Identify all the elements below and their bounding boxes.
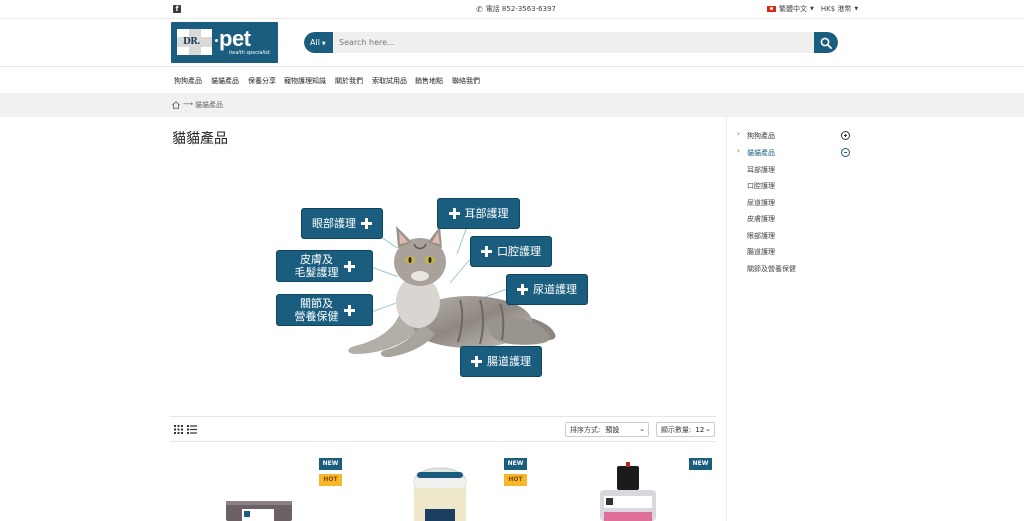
sidebar-item-cat-products[interactable]: 貓貓產品 (747, 148, 775, 158)
language-select[interactable]: 繁體中文 (779, 4, 807, 14)
plus-icon (481, 246, 492, 257)
sidebar-subitem-eye-care[interactable]: 眼部護理 (747, 231, 775, 241)
chevron-down-icon: ▼ (854, 6, 859, 12)
mouth-care-label[interactable]: 口腔護理 (470, 236, 552, 267)
plus-icon (361, 218, 372, 229)
expand-icon[interactable] (841, 131, 850, 140)
nav-item-about-us[interactable]: 關於我們 (335, 76, 363, 86)
nav-item-request-samples[interactable]: 索取試用品 (372, 76, 407, 86)
chevron-down-icon: ⌄ (705, 425, 711, 433)
sort-value: 預設 (605, 425, 620, 434)
joint-nutrition-label[interactable]: 關節及 營養保健 (276, 294, 373, 326)
site-header: DR. pet health specialist All ▼ (0, 19, 1024, 67)
phone-icon: ✆ (476, 4, 483, 14)
top-bar: f ✆ 電話 852-3563-6397 繁體中文 ▼ HK$ 港幣 ▼ (0, 0, 1024, 19)
nav-item-dog-products[interactable]: 狗狗產品 (174, 76, 202, 86)
sort-label: 排序方式: (570, 425, 601, 434)
chevron-down-icon: ▼ (321, 41, 326, 47)
product-image (600, 462, 656, 521)
currency-select[interactable]: HK$ 港幣 (821, 4, 852, 14)
nav-item-care-sharing[interactable]: 保養分享 (248, 76, 276, 86)
breadcrumb: ⟶ 貓貓產品 (0, 93, 1024, 117)
skin-coat-care-label[interactable]: 皮膚及 毛髮護理 (276, 250, 373, 282)
plus-icon (448, 208, 460, 219)
grid-view-icon[interactable] (174, 425, 183, 434)
ear-care-label[interactable]: 耳部護理 (437, 198, 520, 229)
logo-cross-emblem: DR. (176, 28, 213, 56)
eye-care-label[interactable]: 眼部護理 (301, 208, 383, 239)
sidebar-item-dog-products[interactable]: 狗狗產品 (747, 131, 775, 141)
sort-select[interactable]: 排序方式: 預設 ⌄ (565, 422, 649, 437)
nav-item-pet-care-knowledge[interactable]: 寵物護理知識 (284, 76, 326, 86)
urinary-care-label[interactable]: 尿道護理 (506, 274, 588, 305)
plus-icon (343, 304, 355, 316)
search-icon (820, 37, 832, 49)
phone-label: 電話 852-3563-6397 (485, 5, 556, 13)
collapse-icon[interactable] (841, 148, 850, 157)
sidebar-divider (726, 117, 727, 521)
search-category-select[interactable]: All ▼ (304, 32, 333, 53)
sidebar-subitem-skin-care[interactable]: 皮膚護理 (747, 214, 775, 224)
chevron-down-icon: ⌄ (639, 425, 645, 433)
hk-flag-icon (767, 6, 776, 12)
product-card[interactable]: NEW HOT (170, 454, 342, 521)
phone-contact[interactable]: ✆ 電話 852-3563-6397 (476, 4, 556, 14)
main-nav: 狗狗產品 貓貓產品 保養分享 寵物護理知識 關於我們 索取試用品 銷售地點 聯絡… (0, 67, 1024, 93)
page-title: 貓貓產品 (172, 131, 228, 147)
search-category-label: All (310, 38, 320, 47)
plus-icon (471, 356, 482, 367)
chevron-right-icon: › (737, 130, 740, 138)
nav-item-contact-us[interactable]: 聯絡我們 (452, 76, 480, 86)
product-card[interactable]: NEW (540, 454, 712, 521)
plus-icon (343, 260, 355, 272)
breadcrumb-separator: ⟶ (183, 100, 194, 108)
product-image (226, 501, 292, 521)
product-card[interactable]: NEW HOT (355, 454, 527, 521)
cat-care-banner: 眼部護理 耳部護理 皮膚及 毛髮護理 口腔護理 尿道護理 關節及 營養保健 腸道護理 (170, 162, 716, 412)
chevron-right-icon: › (737, 147, 740, 155)
sidebar-subitem-ear-care[interactable]: 耳部護理 (747, 165, 775, 175)
sidebar-subitem-urinary-care[interactable]: 尿道護理 (747, 198, 775, 208)
nav-item-sales-locations[interactable]: 銷售地點 (415, 76, 443, 86)
logo-dr-text: DR. (183, 37, 200, 47)
show-value: 12 (695, 425, 705, 434)
search-bar: All ▼ (304, 32, 838, 53)
chevron-down-icon: ▼ (810, 6, 814, 12)
logo-tagline: health specialist (229, 50, 270, 56)
search-button[interactable] (814, 32, 838, 53)
sidebar-subitem-intestine-care[interactable]: 腸道護理 (747, 247, 775, 257)
home-icon[interactable] (172, 101, 180, 109)
show-label: 顯示數量: (661, 425, 692, 434)
sidebar-subitem-joint-nutrition[interactable]: 關節及營養保健 (747, 264, 796, 274)
breadcrumb-current: 貓貓產品 (195, 101, 223, 109)
search-input[interactable] (334, 32, 814, 53)
list-view-icon[interactable] (187, 425, 197, 434)
dr-pet-logo[interactable]: DR. pet health specialist (171, 22, 278, 63)
sidebar-subitem-mouth-care[interactable]: 口腔護理 (747, 181, 775, 191)
show-count-select[interactable]: 顯示數量: 12 ⌄ (656, 422, 715, 437)
product-toolbar: 排序方式: 預設 ⌄ 顯示數量: 12 ⌄ (170, 416, 716, 442)
facebook-icon[interactable]: f (173, 5, 181, 13)
language-currency-switcher: 繁體中文 ▼ HK$ 港幣 ▼ (767, 4, 858, 14)
logo-pet-text: pet (219, 26, 251, 51)
product-image (413, 467, 467, 521)
plus-icon (517, 284, 528, 295)
nav-item-cat-products[interactable]: 貓貓產品 (211, 76, 239, 86)
intestine-care-label[interactable]: 腸道護理 (460, 346, 542, 377)
